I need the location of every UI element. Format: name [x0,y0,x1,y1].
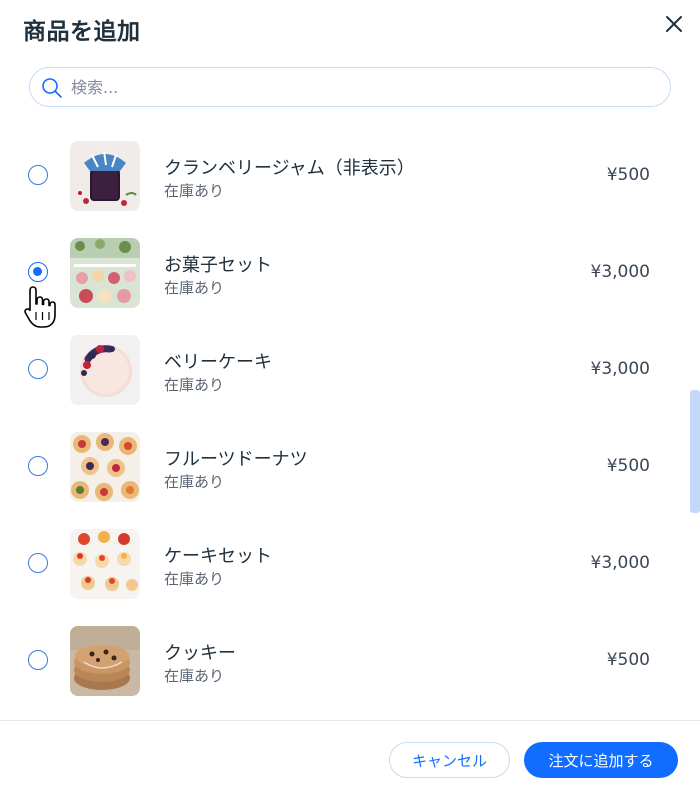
product-price: ¥3,000 [590,359,650,379]
product-price: ¥500 [606,650,650,670]
product-stock: 在庫あり [164,279,225,297]
add-to-order-button[interactable]: 注文に追加する [524,742,678,778]
product-stock: 在庫あり [164,182,225,200]
cancel-button[interactable]: キャンセル [389,742,510,778]
search-icon [40,76,64,100]
product-price: ¥500 [606,165,650,185]
product-thumbnail-cake-set [70,529,140,599]
product-stock: 在庫あり [164,473,225,491]
product-radio[interactable] [28,456,48,476]
product-radio[interactable] [28,359,48,379]
product-thumbnail-fruit-donuts [70,432,140,502]
search-input[interactable] [71,75,651,99]
product-name: ケーキセット [164,546,272,567]
product-thumbnail-cranberry-jam [70,141,140,211]
product-row[interactable]: ケーキセット 在庫あり ¥3,000 [0,515,690,612]
product-price: ¥3,000 [590,262,650,282]
product-thumbnail-berry-cake [70,335,140,405]
product-thumbnail-cookies [70,626,140,696]
product-name: クッキー [164,643,236,664]
product-list: クランベリージャム（非表示） 在庫あり ¥500 お菓子セット 在庫あり ¥3,… [0,127,700,710]
list-scrollbar[interactable] [690,390,700,513]
dialog-title: 商品を追加 [23,19,141,45]
product-radio[interactable] [28,650,48,670]
product-radio-selected[interactable] [28,262,48,282]
dialog-footer: キャンセル 注文に追加する [0,720,700,794]
product-row[interactable]: クッキー 在庫あり ¥500 [0,612,690,709]
product-radio[interactable] [28,165,48,185]
product-row[interactable]: お菓子セット 在庫あり ¥3,000 [0,224,690,321]
product-row[interactable]: フルーツドーナツ 在庫あり ¥500 [0,418,690,515]
product-name: フルーツドーナツ [164,449,308,470]
product-stock: 在庫あり [164,376,225,394]
close-icon[interactable] [660,10,688,38]
product-price: ¥3,000 [590,553,650,573]
product-row[interactable]: ベリーケーキ 在庫あり ¥3,000 [0,321,690,418]
dialog-header: 商品を追加 [0,0,700,60]
product-name: お菓子セット [164,255,272,276]
product-row[interactable]: クランベリージャム（非表示） 在庫あり ¥500 [0,127,690,224]
product-name: ベリーケーキ [164,352,272,373]
product-name: クランベリージャム（非表示） [164,158,415,179]
product-radio[interactable] [28,553,48,573]
product-stock: 在庫あり [164,667,225,685]
product-stock: 在庫あり [164,570,225,588]
product-thumbnail-sweets-set [70,238,140,308]
product-price: ¥500 [606,456,650,476]
search-bar[interactable] [29,67,671,107]
